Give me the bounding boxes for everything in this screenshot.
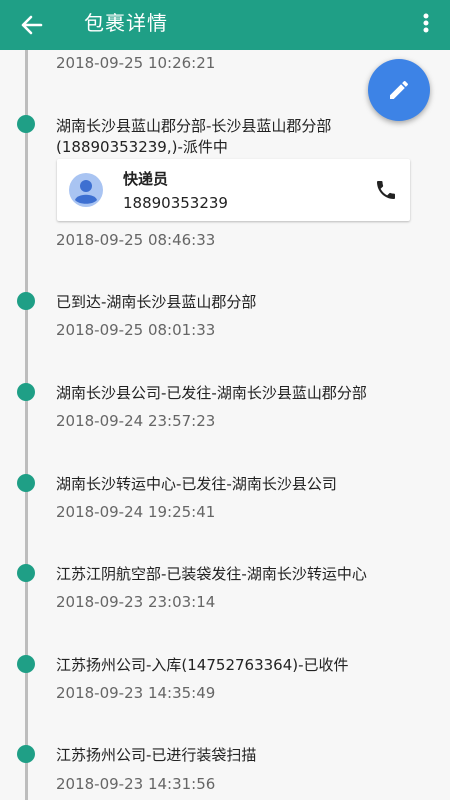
event-time: 2018-09-23 14:35:49 <box>56 684 216 702</box>
timeline-dot <box>17 655 35 673</box>
event-description: 江苏江阴航空部-已装袋发往-湖南长沙转运中心 <box>56 565 367 583</box>
event-description: 湖南长沙县蓝山郡分部-长沙县蓝山郡分部(18890353239,)-派件中 <box>56 117 332 156</box>
courier-label: 快递员 <box>123 170 169 188</box>
event-description: 湖南长沙转运中心-已发往-湖南长沙县公司 <box>56 475 337 493</box>
event-time: 2018-09-24 23:57:23 <box>56 412 216 430</box>
timeline-dot <box>17 564 35 582</box>
event-time: 2018-09-25 10:26:21 <box>56 54 216 72</box>
courier-card[interactable]: 快递员 18890353239 <box>57 159 410 221</box>
timeline-dot <box>17 292 35 310</box>
event-time: 2018-09-23 23:03:14 <box>56 593 216 611</box>
timeline-dot <box>17 383 35 401</box>
event-description: 江苏扬州公司-入库(14752763364)-已收件 <box>56 656 349 674</box>
timeline-dot <box>17 745 35 763</box>
event-description: 已到达-湖南长沙县蓝山郡分部 <box>56 293 257 311</box>
call-button[interactable] <box>374 178 398 202</box>
pencil-icon <box>390 80 408 99</box>
event-description: 湖南长沙县公司-已发往-湖南长沙县蓝山郡分部 <box>56 384 367 402</box>
tracking-timeline[interactable]: 2018-09-25 10:26:21 湖南长沙县蓝山郡分部-长沙县蓝山郡分部(… <box>0 50 450 800</box>
back-button[interactable] <box>14 8 50 42</box>
event-description: 江苏扬州公司-已进行装袋扫描 <box>56 746 257 764</box>
event-time: 2018-09-25 08:46:33 <box>56 231 216 249</box>
courier-phone: 18890353239 <box>123 194 228 212</box>
person-avatar-icon <box>69 173 103 207</box>
app-bar: 包裹详情 <box>0 0 450 50</box>
more-vertical-icon <box>423 13 429 33</box>
event-time: 2018-09-25 08:01:33 <box>56 321 216 339</box>
event-time: 2018-09-23 14:31:56 <box>56 775 216 793</box>
more-options-button[interactable] <box>412 8 440 42</box>
arrow-left-icon <box>21 15 43 35</box>
event-time: 2018-09-24 19:25:41 <box>56 503 216 521</box>
phone-icon <box>377 181 395 199</box>
edit-fab-button[interactable] <box>368 59 430 121</box>
page-title: 包裹详情 <box>84 11 168 35</box>
timeline-line <box>25 50 28 800</box>
timeline-dot <box>17 115 35 133</box>
timeline-dot <box>17 474 35 492</box>
